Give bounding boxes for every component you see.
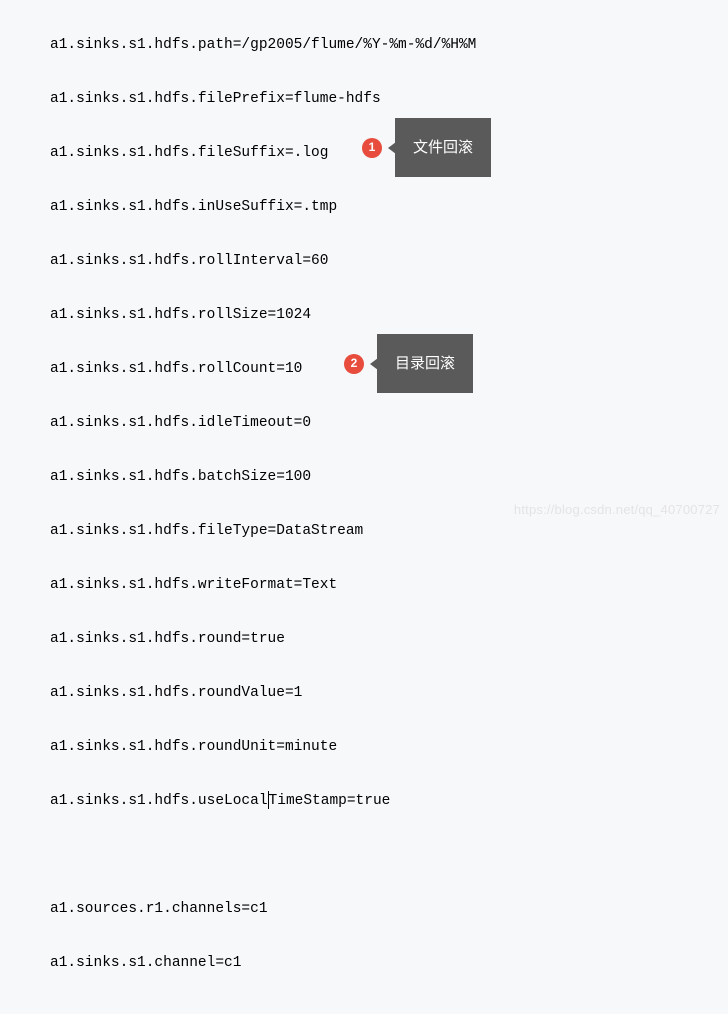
- annotation-label: 文件回滚: [395, 118, 491, 177]
- code-line: a1.sinks.s1.hdfs.useLocalTimeStamp=true: [50, 788, 728, 815]
- code-line: a1.sinks.s1.hdfs.inUseSuffix=.tmp: [50, 194, 728, 221]
- code-line: a1.sinks.s1.hdfs.roundUnit=minute: [50, 734, 728, 761]
- code-text: a1.sinks.s1.hdfs.useLocal: [50, 793, 268, 809]
- annotation-badge: 1: [362, 138, 382, 158]
- code-line: a1.sinks.s1.hdfs.round=true: [50, 626, 728, 653]
- code-line: a1.sinks.s1.hdfs.roundValue=1: [50, 680, 728, 707]
- blank-line: [50, 842, 728, 869]
- annotation-label: 目录回滚: [377, 334, 473, 393]
- watermark: https://blog.csdn.net/qq_40700727: [514, 496, 720, 523]
- annotation-badge: 2: [344, 354, 364, 374]
- annotation-file-rollback: 1 文件回滚: [362, 118, 491, 177]
- code-line: a1.sinks.s1.hdfs.rollSize=1024: [50, 302, 728, 329]
- code-line: a1.sources.r1.channels=c1: [50, 896, 728, 923]
- code-line: a1.sinks.s1.hdfs.writeFormat=Text: [50, 572, 728, 599]
- annotation-dir-rollback: 2 目录回滚: [344, 334, 473, 393]
- code-line: a1.sinks.s1.channel=c1: [50, 950, 728, 977]
- code-line: a1.sinks.s1.hdfs.path=/gp2005/flume/%Y-%…: [50, 32, 728, 59]
- code-line: a1.sinks.s1.hdfs.filePrefix=flume-hdfs: [50, 86, 728, 113]
- code-line: a1.sinks.s1.hdfs.idleTimeout=0: [50, 410, 728, 437]
- code-text: TimeStamp=true: [269, 793, 391, 809]
- code-line: a1.sinks.s1.hdfs.batchSize=100: [50, 464, 728, 491]
- code-line: a1.sinks.s1.hdfs.rollInterval=60: [50, 248, 728, 275]
